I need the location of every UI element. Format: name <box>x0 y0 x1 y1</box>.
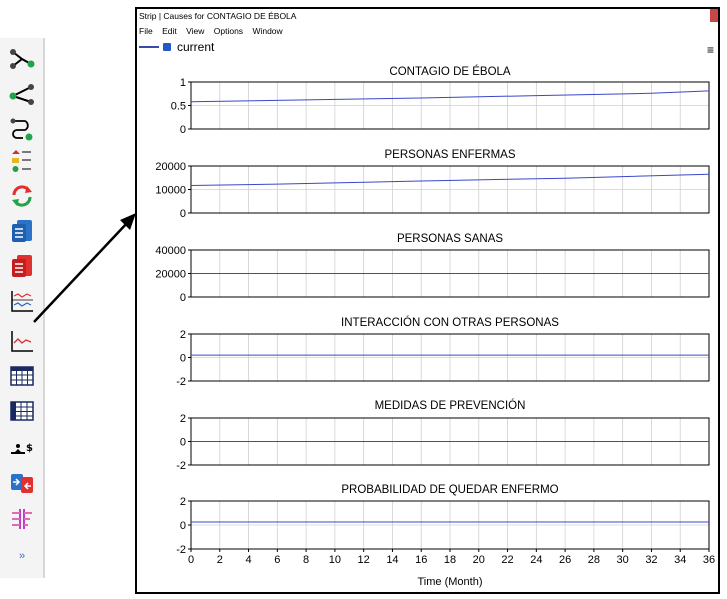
x-tick-label: 32 <box>645 554 657 566</box>
panel-title: CONTAGIO DE ÉBOLA <box>389 65 511 78</box>
y-tick-label: 0 <box>180 520 186 532</box>
y-tick-label: 2 <box>180 413 186 425</box>
y-tick-label: 20000 <box>155 269 186 281</box>
graph-button[interactable] <box>8 328 36 354</box>
x-tick-label: 14 <box>386 554 398 566</box>
y-tick-label: 0 <box>180 292 186 304</box>
strip-graph-button[interactable] <box>8 288 36 314</box>
cycle-arrows-icon <box>12 185 32 207</box>
y-tick-label: 1 <box>180 77 186 89</box>
red-document-icon <box>12 255 32 277</box>
y-tick-label: 0.5 <box>171 101 186 113</box>
panel-title: PERSONAS ENFERMAS <box>385 149 516 161</box>
compare-button[interactable] <box>8 470 36 496</box>
graph-icon <box>11 331 33 352</box>
loops-icon <box>10 118 33 141</box>
x-tick-label: 2 <box>217 554 223 566</box>
x-tick-label: 4 <box>245 554 251 566</box>
x-tick-label: 34 <box>674 554 686 566</box>
more-tools-button[interactable]: » <box>8 543 36 569</box>
screen: $ » Strip | Causes for CONTAGIO DE ÉBOLA <box>0 0 727 599</box>
x-tick-label: 30 <box>617 554 629 566</box>
analysis-toolbar: $ » <box>0 38 45 578</box>
x-tick-label: 12 <box>358 554 370 566</box>
x-tick-label: 16 <box>415 554 427 566</box>
y-tick-label: 40000 <box>155 245 186 257</box>
document-icon <box>12 150 31 172</box>
svg-text:$: $ <box>26 443 33 454</box>
strip-window: Strip | Causes for CONTAGIO DE ÉBOLA Fil… <box>135 7 720 594</box>
blue-document-icon <box>12 220 32 242</box>
table-button[interactable] <box>8 363 36 389</box>
causes-tree-icon <box>10 49 35 69</box>
filter-icon <box>12 509 32 529</box>
balance-button[interactable]: $ <box>8 436 36 462</box>
x-tick-label: 22 <box>501 554 513 566</box>
more-icon: » <box>18 550 26 562</box>
panel-title: MEDIDAS DE PREVENCIÓN <box>375 399 526 412</box>
x-tick-label: 6 <box>274 554 280 566</box>
y-tick-label: -2 <box>176 544 186 556</box>
filter-button[interactable] <box>8 506 36 532</box>
x-tick-label: 0 <box>188 554 194 566</box>
x-tick-label: 36 <box>703 554 715 566</box>
y-tick-label: 0 <box>180 437 186 449</box>
x-tick-label: 26 <box>559 554 571 566</box>
causes-tree-button[interactable] <box>8 46 36 72</box>
x-tick-label: 20 <box>473 554 485 566</box>
x-tick-label: 28 <box>588 554 600 566</box>
y-tick-label: 2 <box>180 496 186 508</box>
balance-icon: $ <box>11 443 33 454</box>
red-document-button[interactable] <box>8 253 36 279</box>
y-tick-label: 0 <box>180 208 186 220</box>
x-tick-label: 10 <box>329 554 341 566</box>
y-tick-label: -2 <box>176 376 186 388</box>
x-tick-label: 8 <box>303 554 309 566</box>
loops-button[interactable] <box>8 116 36 142</box>
x-axis-label: Time (Month) <box>418 576 483 588</box>
compare-icon <box>11 474 33 493</box>
y-tick-label: 10000 <box>155 185 186 197</box>
uses-tree-button[interactable] <box>8 81 36 107</box>
cycle-button[interactable] <box>8 183 36 209</box>
vertical-table-icon <box>10 401 34 421</box>
strip-chart: CONTAGIO DE ÉBOLA 1 0.5 0 PERSONAS ENFERMAS 2… <box>155 65 715 588</box>
uses-tree-icon <box>9 84 34 105</box>
vertical-table-button[interactable] <box>8 398 36 424</box>
y-tick-label: 2 <box>180 329 186 341</box>
y-tick-label: 20000 <box>155 161 186 173</box>
x-tick-label: 24 <box>530 554 542 566</box>
panel-title: INTERACCIÓN CON OTRAS PERSONAS <box>341 316 559 329</box>
strip-graph-icon <box>11 291 33 312</box>
x-tick-label: 18 <box>444 554 456 566</box>
table-icon <box>10 366 34 386</box>
document-button[interactable] <box>8 148 36 174</box>
y-tick-label: 0 <box>180 124 186 136</box>
blue-document-button[interactable] <box>8 218 36 244</box>
y-tick-label: -2 <box>176 460 186 472</box>
panel-title: PROBABILIDAD DE QUEDAR ENFERMO <box>341 484 558 496</box>
panel-title: PERSONAS SANAS <box>397 233 503 245</box>
y-tick-label: 0 <box>180 353 186 365</box>
